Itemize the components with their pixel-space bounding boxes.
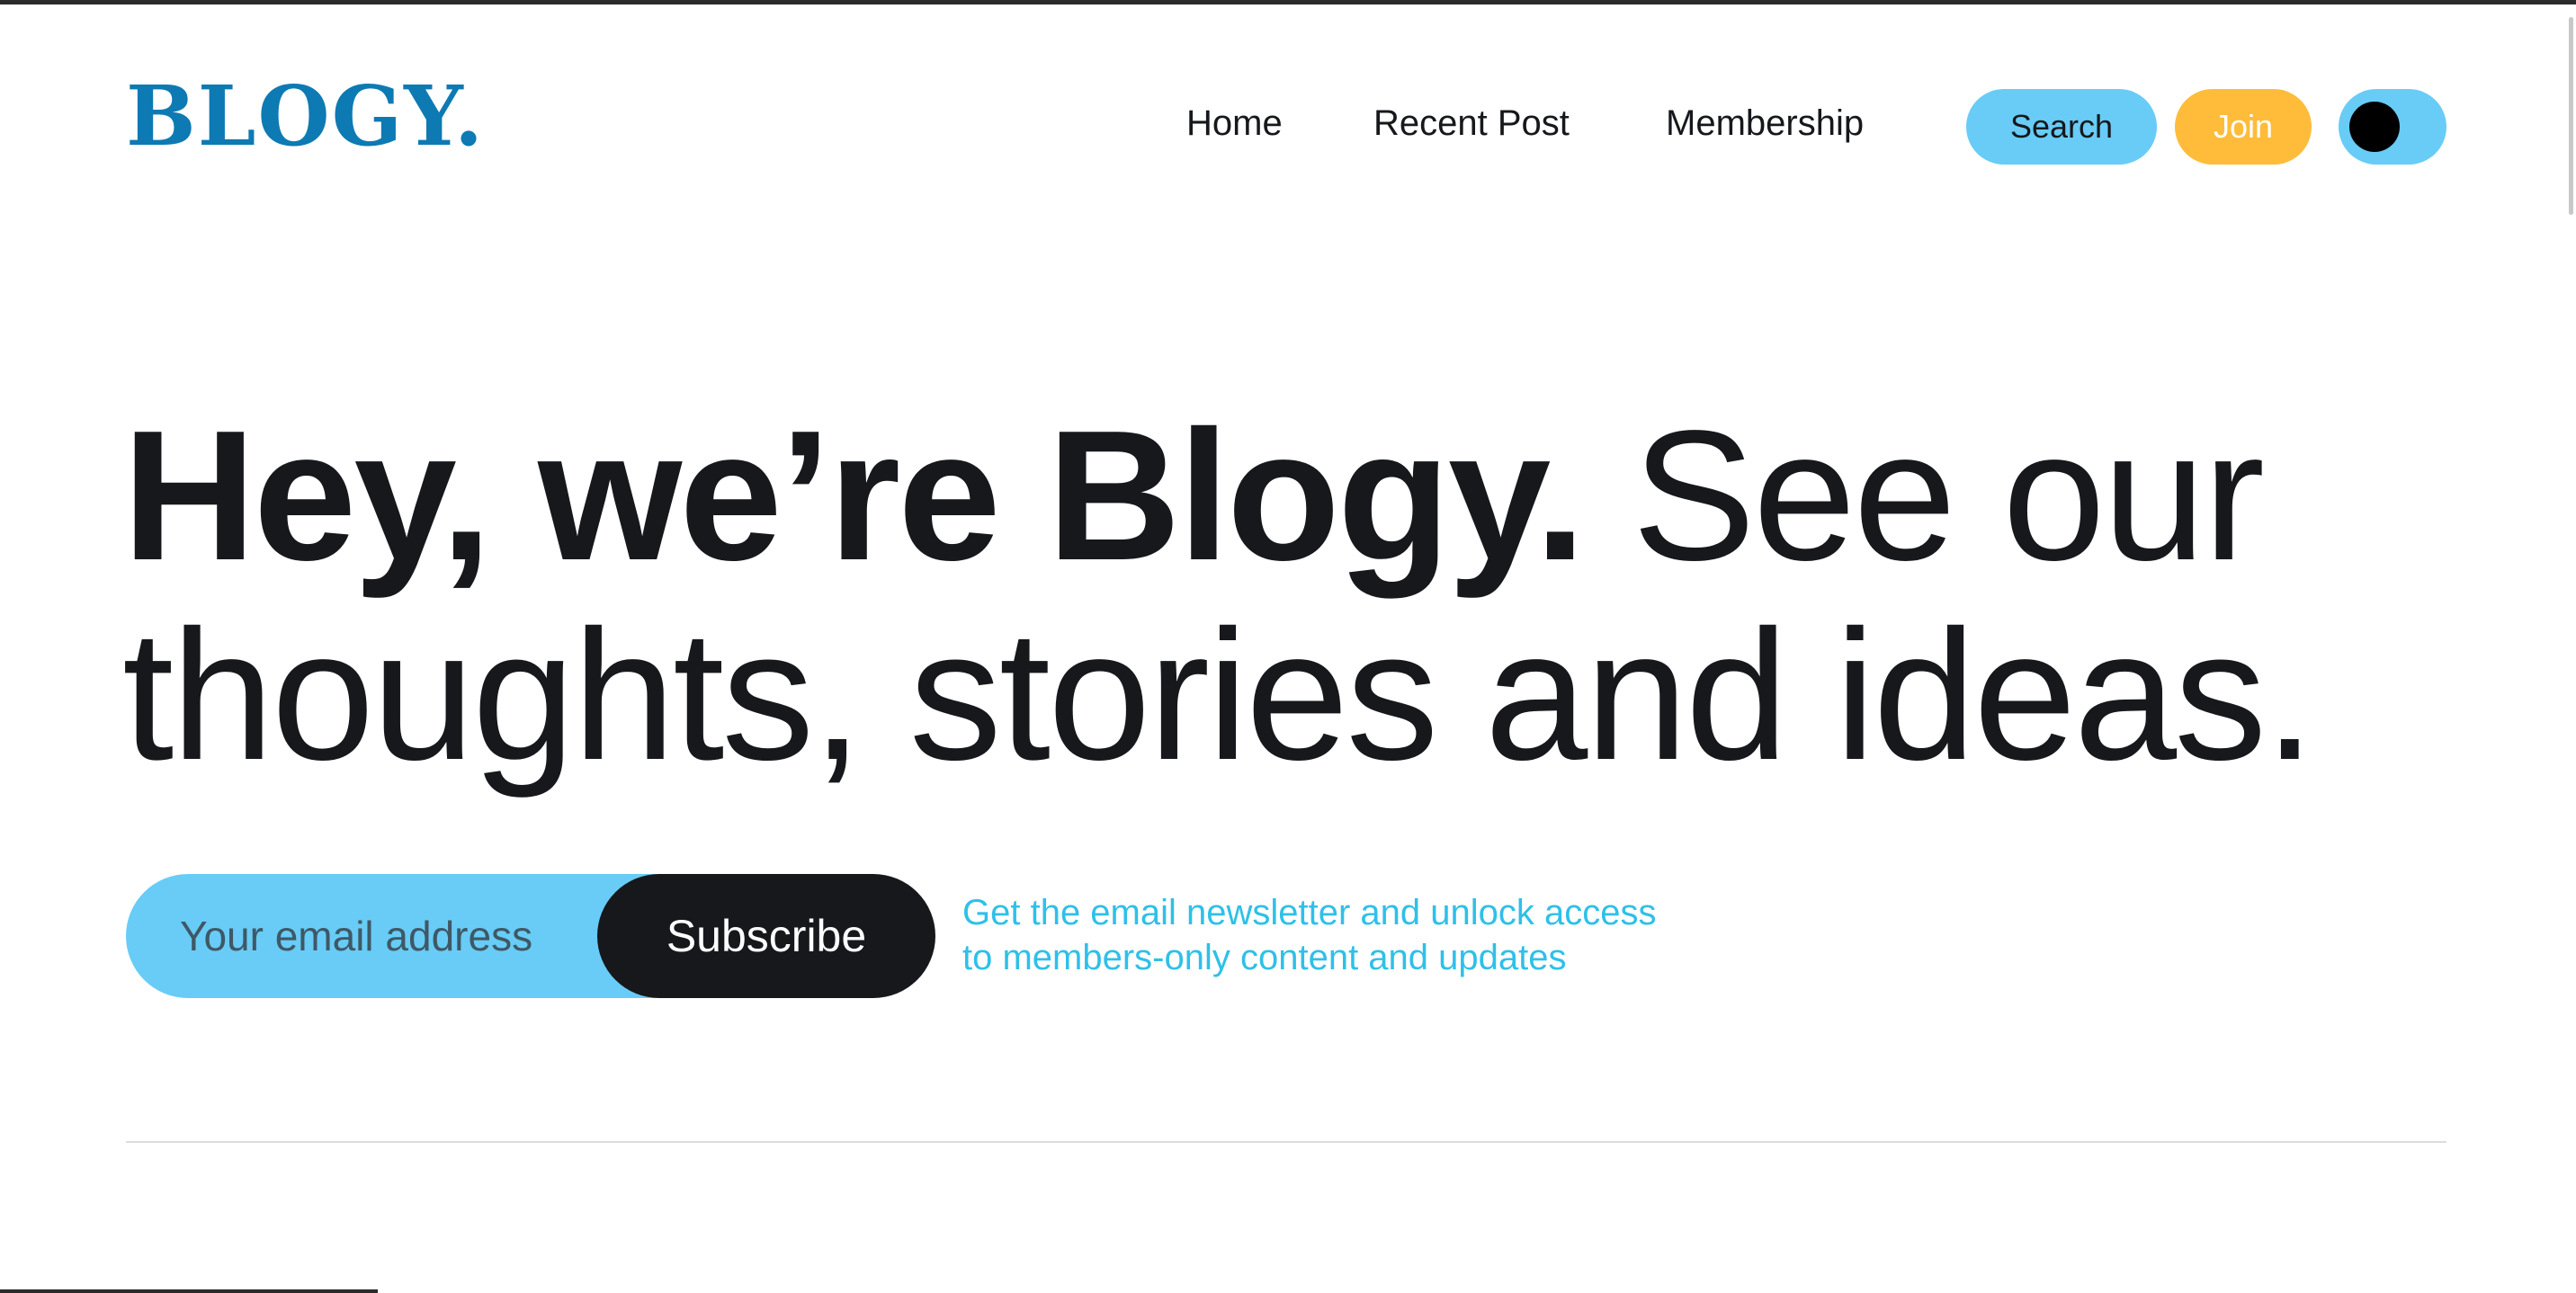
site-logo[interactable]: BLOGY. bbox=[126, 75, 485, 157]
newsletter-description: Get the email newsletter and unlock acce… bbox=[962, 890, 1772, 980]
subscribe-form: Subscribe bbox=[126, 874, 935, 998]
hero-line-1: Hey, we’re Blogy. See our bbox=[122, 396, 2461, 595]
site-header: BLOGY. Home Recent Post Membership Searc… bbox=[0, 4, 2576, 202]
toggle-knob bbox=[2349, 102, 2400, 152]
hero-heading: Hey, we’re Blogy. See our thoughts, stor… bbox=[122, 396, 2461, 795]
newsletter-line-1: Get the email newsletter and unlock acce… bbox=[962, 893, 1657, 932]
hero-light-text-1: See our bbox=[1583, 392, 2265, 599]
bottom-edge-mark bbox=[0, 1289, 378, 1293]
hero-light-text-2: thoughts, stories and ideas. bbox=[122, 592, 2315, 798]
scrollbar-thumb[interactable] bbox=[2569, 17, 2573, 215]
nav-link-membership[interactable]: Membership bbox=[1666, 103, 1864, 144]
theme-toggle[interactable] bbox=[2339, 89, 2446, 165]
join-button[interactable]: Join bbox=[2175, 89, 2312, 165]
hero-line-2: thoughts, stories and ideas. bbox=[122, 595, 2461, 795]
section-divider bbox=[126, 1141, 2446, 1143]
hero-strong-text: Hey, we’re Blogy. bbox=[122, 392, 1586, 599]
email-input[interactable] bbox=[126, 874, 666, 998]
subscribe-button[interactable]: Subscribe bbox=[597, 874, 935, 998]
nav-link-home[interactable]: Home bbox=[1186, 103, 1283, 144]
nav-link-recent-post[interactable]: Recent Post bbox=[1373, 103, 1570, 144]
vertical-scrollbar[interactable] bbox=[2563, 4, 2576, 1293]
newsletter-line-2: to members-only content and updates bbox=[962, 938, 1567, 977]
search-button[interactable]: Search bbox=[1966, 89, 2157, 165]
